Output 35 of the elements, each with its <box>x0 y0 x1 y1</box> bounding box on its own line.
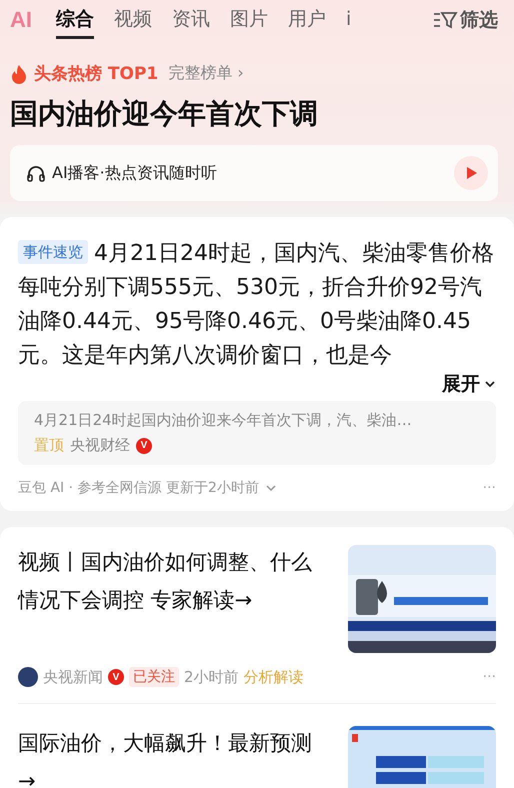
verified-badge: V <box>108 669 124 685</box>
post-time: 2小时前 <box>184 668 239 686</box>
filter-icon <box>432 9 458 31</box>
source-title: 4月21日24时起国内油价迎来今年首次下调，汽、柴油… <box>34 411 413 430</box>
article-title[interactable]: 国际油价，大幅飙升！最新预测→ <box>18 724 324 788</box>
filter-button[interactable]: 筛选 <box>432 7 498 33</box>
podcast-label: AI播客·热点资讯随时听 <box>52 162 217 184</box>
source-card[interactable]: 4月21日24时起国内油价迎来今年首次下调，汽、柴油… 置顶 央视财经 V <box>18 401 496 465</box>
avatar <box>18 667 38 687</box>
ai-source-note: 豆包 AI · 参考全网信源 更新于2小时前 <box>18 479 259 497</box>
full-list-link[interactable]: 完整榜单 › <box>168 63 244 84</box>
followed-badge: 已关注 <box>129 667 179 687</box>
expand-button[interactable]: 展开 <box>442 371 496 397</box>
tab[interactable]: 资讯 <box>172 2 210 38</box>
ai-logo: AI <box>10 7 32 33</box>
event-tag: 事件速览 <box>18 240 88 264</box>
headphones-icon <box>26 163 46 183</box>
tab[interactable]: 视频 <box>114 2 152 38</box>
headline: 国内油价迎今年首次下调 <box>10 96 319 132</box>
chevron-down-icon[interactable] <box>264 483 277 493</box>
podcast-bar[interactable]: AI播客·热点资讯随时听 <box>10 145 498 201</box>
flame-icon <box>10 64 28 84</box>
summary-text: $^{事件速览}$ 4月21日24时起，国内汽、柴油零售价格每吨分别下调555元、530元，折合升价92号汽油降0.44元、95号降0.46元、0号柴油降0.45元。这是年内第八次调价窗口，也是今 <box>18 239 495 370</box>
tab[interactable]: 综合 <box>56 2 94 38</box>
tab[interactable]: 图片 <box>230 2 268 38</box>
article-title[interactable]: 视频丨国内油价如何调整、什么情况下会调控 专家解读→ <box>18 543 324 653</box>
hot-rank-label: 头条热榜 TOP1 <box>34 63 158 85</box>
verified-badge: V <box>136 438 152 454</box>
source-author: 央视财经 <box>70 436 130 455</box>
tab[interactable]: i <box>346 4 352 36</box>
chevron-down-icon <box>484 379 496 389</box>
author-name: 央视新闻 <box>43 668 103 686</box>
tab[interactable]: 用户 <box>288 2 326 38</box>
play-button[interactable] <box>454 156 488 190</box>
pinned-label: 置顶 <box>34 436 64 455</box>
